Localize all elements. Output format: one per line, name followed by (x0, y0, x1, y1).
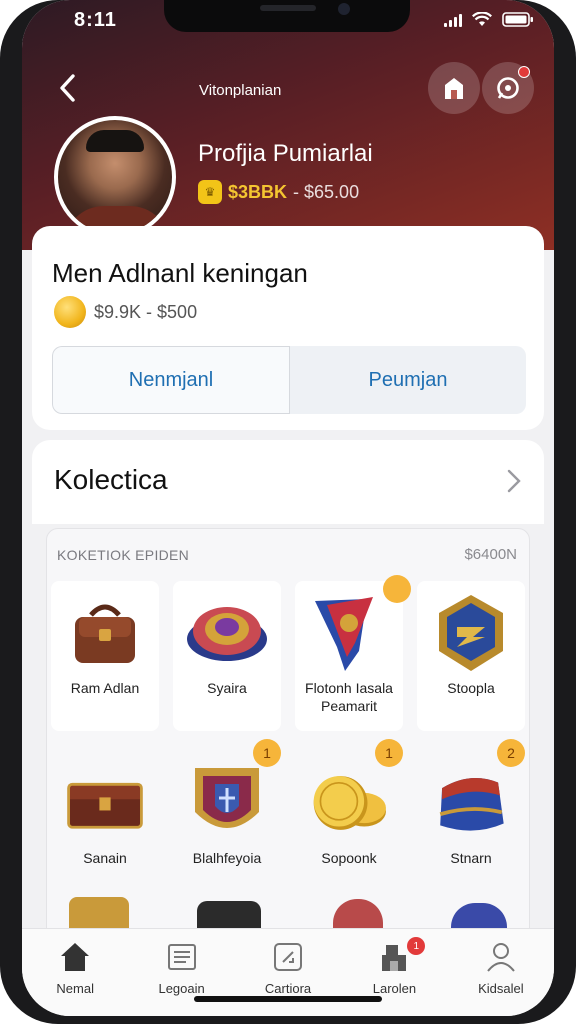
chest-icon (63, 761, 147, 845)
bracer-icon (429, 761, 513, 845)
chevron-left-icon (60, 74, 75, 102)
nav-larolen[interactable]: 1 Larolen (341, 929, 447, 1016)
battery-icon (502, 12, 534, 27)
chevron-right-icon (507, 469, 521, 493)
home-indicator (194, 996, 382, 1002)
screen: 8:11 Vitonplanian Profjia Pumiarlai ♛ $3… (22, 0, 554, 1016)
wifi-icon (472, 12, 492, 27)
tab-nenmjanl[interactable]: Nenmjanl (52, 346, 290, 414)
collection-item[interactable]: 1 Blalhfeyoia (173, 739, 281, 901)
collection-header[interactable]: Kolectica (32, 440, 544, 524)
emblem-icon (429, 591, 513, 675)
coin-icon: ♛ (198, 180, 222, 204)
bottom-nav: Nemal Legoain Cartiora 1 Larolen Kidsale… (22, 928, 554, 1016)
item-price: $9.9K - $500 (54, 296, 197, 328)
satchel-icon (63, 591, 147, 675)
shield-icon (185, 591, 269, 675)
book-icon (167, 944, 196, 970)
collection-label: KOKETIOK EPIDEN (57, 547, 190, 563)
item-title: Men Adlnanl keningan (52, 258, 308, 288)
collection-item-partial (197, 901, 261, 931)
home-icon (61, 943, 90, 971)
collection-item[interactable]: Stoopla (417, 581, 525, 731)
collection-item[interactable]: 1 Sopoonk (295, 739, 403, 901)
item-label: Syaira (207, 680, 247, 696)
back-button[interactable] (54, 70, 84, 106)
signal-icon (444, 13, 462, 27)
chat-icon (497, 77, 519, 99)
store-icon (382, 945, 407, 971)
coin-icon (54, 296, 86, 328)
collection-total: $6400N (464, 546, 517, 563)
shop-icon (445, 78, 463, 99)
item-badge: 2 (497, 739, 525, 767)
item-label: Blalhfeyoia (192, 850, 262, 866)
nav-nemal[interactable]: Nemal (22, 929, 128, 1016)
avatar[interactable] (54, 116, 176, 238)
nav-cartiora[interactable]: Cartiora (235, 929, 341, 1016)
nav-legoain[interactable]: Legoain (128, 929, 234, 1016)
profile-balance: ♛ $3BBK - $65.00 (198, 180, 359, 204)
item-badge: 1 (253, 739, 281, 767)
item-label: Stnarn (450, 850, 492, 866)
notch (164, 0, 410, 32)
collection-panel: KOKETIOK EPIDEN $6400N Ram Adlan Syaira … (46, 528, 530, 968)
collection-item-partial (333, 899, 383, 931)
notification-dot (518, 66, 530, 78)
coins-icon (307, 761, 391, 845)
collection-item[interactable]: Flotonh Iasala Peamarit (295, 575, 411, 731)
item-label: Stoopla (447, 680, 495, 696)
chat-button[interactable] (482, 62, 534, 114)
item-badge (383, 575, 411, 603)
status-icons (444, 12, 534, 27)
collection-item-partial (451, 903, 507, 931)
shop-button[interactable] (428, 62, 480, 114)
banner-icon (307, 591, 391, 675)
collection-item[interactable]: Sanain (51, 751, 159, 901)
collection-item[interactable]: Ram Adlan (51, 581, 159, 731)
profile-icon (487, 943, 515, 972)
nav-badge: 1 (407, 937, 426, 955)
edit-icon (274, 943, 303, 971)
phone-frame: 8:11 Vitonplanian Profjia Pumiarlai ♛ $3… (0, 0, 576, 1024)
item-card: Men Adlnanl keningan $9.9K - $500 Nenmja… (32, 226, 544, 430)
item-label: Sanain (83, 850, 127, 866)
profile-name: Profjia Pumiarlai (198, 140, 373, 167)
item-label: Flotonh Iasala Peamarit (305, 680, 393, 714)
tab-peumjan[interactable]: Peumjan (290, 346, 526, 414)
item-badge: 1 (375, 739, 403, 767)
collection-item[interactable]: Syaira (173, 581, 281, 731)
page-title: Vitonplanian (199, 82, 282, 99)
collection-item[interactable]: 2 Stnarn (417, 739, 525, 901)
status-time: 8:11 (74, 9, 117, 31)
collection-item-partial (69, 897, 129, 931)
crest-icon (185, 761, 269, 845)
item-label: Sopoonk (321, 850, 377, 866)
nav-kidsalel[interactable]: Kidsalel (448, 929, 554, 1016)
item-label: Ram Adlan (70, 680, 140, 696)
collection-title: Kolectica (54, 464, 168, 495)
segmented-tabs: Nenmjanl Peumjan (52, 346, 526, 414)
